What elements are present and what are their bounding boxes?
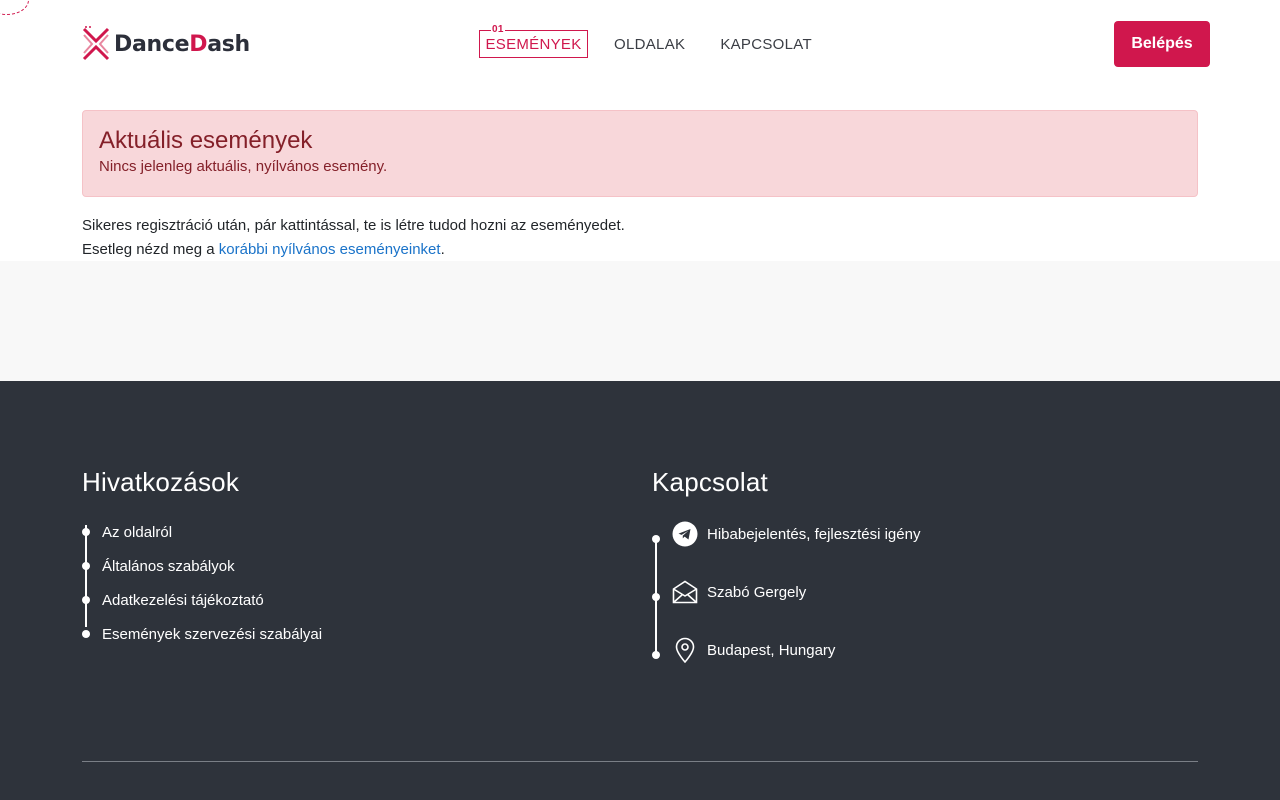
nav-item-oldalak[interactable]: OLDALAK [614, 30, 685, 58]
alert-text: Nincs jelenleg aktuális, nyílvános esemé… [99, 158, 388, 175]
bullet-dot [82, 528, 90, 536]
login-button[interactable]: Belépés [1114, 21, 1210, 67]
info-text: Sikeres regisztráció után, pár kattintás… [82, 214, 625, 262]
logo[interactable]: DanceDash [82, 25, 250, 63]
alert-title: Aktuális események [99, 127, 313, 154]
nav-item-label: ESEMÉNYEK [485, 35, 582, 53]
bullet-dot [652, 651, 660, 659]
nav-item-esemenyek[interactable]: 01 ESEMÉNYEK [479, 24, 588, 58]
nav-item-label: KAPCSOLAT [720, 35, 812, 53]
bullet-dot [652, 535, 660, 543]
footer-link-event-rules[interactable]: Események szervezési szabályai [82, 617, 482, 651]
contact-item-bug-report[interactable]: Hibabejelentés, fejlesztési igény [652, 512, 1152, 570]
site-footer: Hivatkozások Az oldalról Általános szabá… [0, 381, 1280, 800]
nav-item-kapcsolat[interactable]: KAPCSOLAT [720, 30, 812, 58]
footer-contact-title: Kapcsolat [652, 467, 768, 497]
main-nav: 01 ESEMÉNYEK OLDALAK KAPCSOLAT [479, 24, 812, 58]
map-pin-icon [672, 637, 698, 663]
footer-contact-list: Hibabejelentés, fejlesztési igény Szabó … [652, 512, 1152, 686]
footer-links-title: Hivatkozások [82, 467, 240, 497]
nav-item-number: 01 [491, 24, 505, 36]
site-header: DanceDash 01 ESEMÉNYEK OLDALAK KAPCSOLAT… [0, 0, 1280, 90]
logo-text: DanceDash [114, 31, 250, 57]
envelope-icon [672, 579, 698, 605]
contact-item-location[interactable]: Budapest, Hungary [652, 628, 1152, 686]
contact-item-email[interactable]: Szabó Gergely [652, 570, 1152, 628]
footer-link-general-rules[interactable]: Általános szabályok [82, 549, 482, 583]
bullet-dot [652, 593, 660, 601]
info-line-registration: Sikeres regisztráció után, pár kattintás… [82, 217, 625, 234]
content-spacer [0, 261, 1280, 381]
events-alert: Aktuális események Nincs jelenleg aktuál… [82, 110, 1198, 197]
logo-mark-icon [82, 26, 110, 61]
footer-links-list: Az oldalról Általános szabályok Adatkeze… [82, 515, 482, 651]
bullet-dot [82, 596, 90, 604]
nav-item-label: OLDALAK [614, 35, 686, 53]
footer-link-privacy[interactable]: Adatkezelési tájékoztató [82, 583, 482, 617]
past-events-link[interactable]: korábbi nyílvános eseményeinket [219, 241, 441, 258]
bullet-dot [82, 562, 90, 570]
footer-link-about[interactable]: Az oldalról [82, 515, 482, 549]
telegram-icon [672, 521, 698, 547]
footer-divider [82, 761, 1198, 762]
bullet-dot [82, 630, 90, 638]
info-line-past-events: Esetleg nézd meg a korábbi nyílvános ese… [82, 241, 445, 258]
